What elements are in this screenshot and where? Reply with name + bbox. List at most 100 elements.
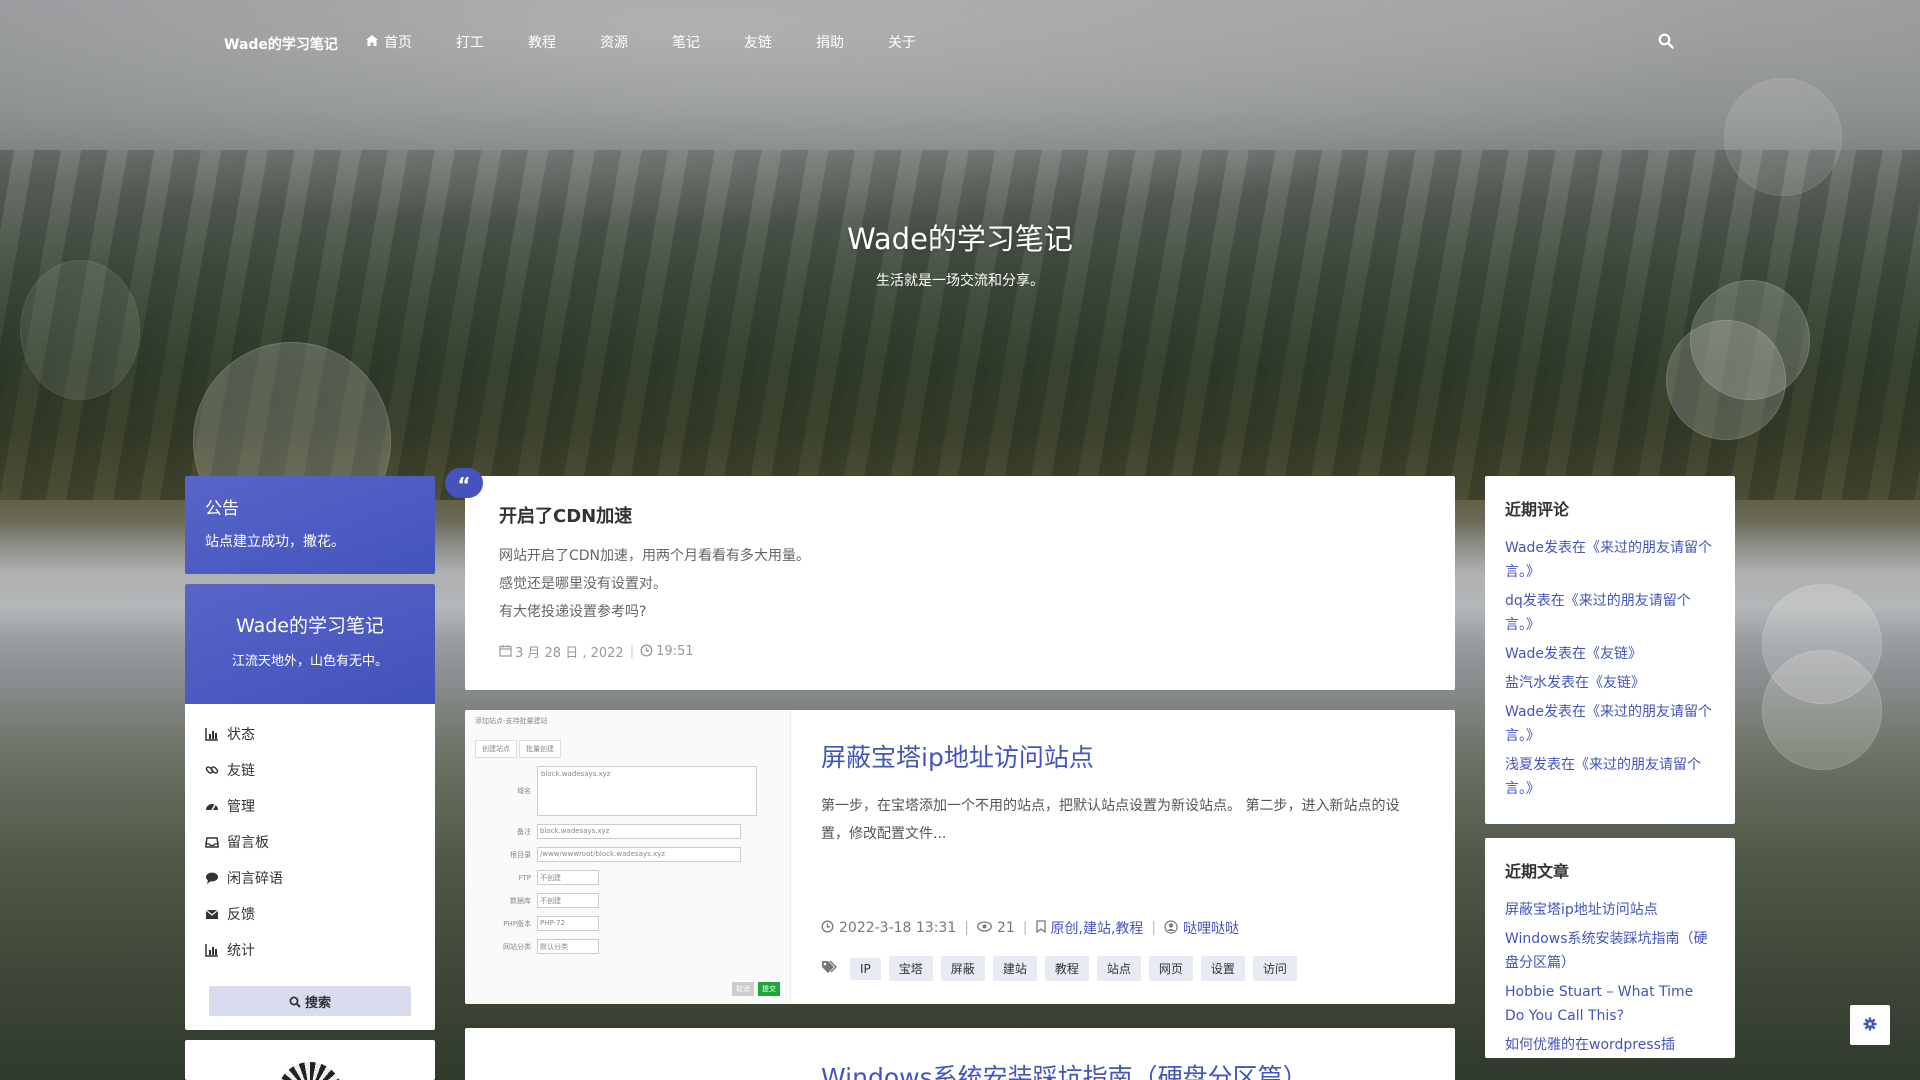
thumb-label: FTP: [518, 873, 531, 882]
post-categories[interactable]: 原创,建站,教程: [1051, 918, 1144, 938]
side-item-label: 闲言碎语: [227, 871, 283, 887]
thumb-cancel: 取消: [732, 982, 754, 996]
side-item-feedback[interactable]: 反馈: [185, 896, 435, 932]
bar-chart-icon: [205, 727, 219, 741]
side-item-label: 留言板: [227, 835, 269, 851]
bookmark-icon: [1035, 919, 1051, 937]
nav-item-home[interactable]: 首页: [366, 32, 412, 52]
comment-icon: [205, 871, 219, 885]
side-item-stats[interactable]: 统计: [185, 932, 435, 968]
nav-item-about[interactable]: 关于: [888, 32, 916, 52]
memo-title[interactable]: 开启了CDN加速: [499, 502, 1421, 528]
search-icon: [289, 996, 305, 1011]
notice-title: 公告: [205, 499, 239, 519]
nav-item-tutorials[interactable]: 教程: [528, 32, 556, 52]
calendar-icon: [499, 644, 515, 660]
post-body: 屏蔽宝塔ip地址访问站点 第一步，在宝塔添加一个不用的站点，把默认站点设置为新设…: [791, 710, 1455, 1004]
profile-card: Wade的学习笔记 江流天地外，山色有无中。 状态 友链 管理 留言板 闲言碎语…: [185, 584, 435, 1030]
post-link[interactable]: 如何优雅的在wordpress插: [1505, 1033, 1715, 1057]
quote-icon: “: [445, 468, 483, 498]
thumb-label: 根目录: [510, 850, 531, 859]
meta-separator: |: [964, 920, 969, 936]
settings-button[interactable]: [1850, 1005, 1890, 1045]
tag-item[interactable]: 教程: [1044, 956, 1089, 981]
thumb-row: 数据库 不创建: [475, 893, 780, 908]
main-content: “ 开启了CDN加速 网站开启了CDN加速，用两个月看看有多大用量。 感觉还是哪…: [445, 468, 1455, 1080]
user-icon: [1164, 920, 1183, 936]
post-author[interactable]: 哒哩哒哒: [1183, 918, 1239, 938]
side-item-chatter[interactable]: 闲言碎语: [185, 860, 435, 896]
search-icon[interactable]: [1658, 33, 1674, 49]
post-tags: IP 宝塔 屏蔽 建站 教程 站点 网页 设置 访问: [821, 956, 1305, 981]
nav-item-links[interactable]: 友链: [744, 32, 772, 52]
tag-item[interactable]: 屏蔽: [940, 956, 985, 981]
post-link[interactable]: Windows系统安装踩坑指南（硬盘分区篇）: [1505, 927, 1715, 975]
nav-item-notes[interactable]: 笔记: [672, 32, 700, 52]
thumb-select: 不创建: [537, 893, 599, 908]
thumb-row: FTP 不创建: [475, 870, 780, 885]
inbox-icon: [205, 835, 219, 849]
side-item-links[interactable]: 友链: [185, 752, 435, 788]
tag-item[interactable]: IP: [850, 957, 881, 980]
tag-item[interactable]: 网页: [1148, 956, 1193, 981]
tag-item[interactable]: 站点: [1096, 956, 1141, 981]
thumb-row: 网站分类 默认分类: [475, 939, 780, 954]
top-navbar: Wade的学习笔记 首页 打工 教程 资源 笔记 友链 捐助 关于: [0, 0, 1920, 84]
post-thumbnail[interactable]: 添加站点-支持批量建站 创建站点 批量创建 域名 block.wadesays.x…: [465, 710, 791, 1004]
memo-line: 感觉还是哪里没有设置对。: [499, 576, 667, 592]
memo-card: “ 开启了CDN加速 网站开启了CDN加速，用两个月看看有多大用量。 感觉还是哪…: [445, 468, 1455, 690]
clock-icon: [821, 920, 839, 936]
thumb-textarea: block.wadesays.xyz: [537, 766, 757, 816]
link-icon: [205, 763, 219, 777]
thumb-select: PHP-72: [537, 916, 599, 931]
tag-item[interactable]: 设置: [1200, 956, 1245, 981]
widget-title: 近期文章: [1505, 862, 1570, 881]
site-brand[interactable]: Wade的学习笔记: [224, 34, 338, 54]
thumb-submit: 提交: [758, 982, 780, 996]
thumb-select: 默认分类: [537, 939, 599, 954]
profile-name: Wade的学习笔记: [236, 615, 384, 637]
post-title[interactable]: 屏蔽宝塔ip地址访问站点: [821, 738, 1419, 774]
post-link[interactable]: 屏蔽宝塔ip地址访问站点: [1505, 898, 1715, 922]
meta-separator: |: [1022, 920, 1028, 936]
side-item-guestbook[interactable]: 留言板: [185, 824, 435, 860]
side-item-label: 状态: [227, 727, 255, 743]
nav-item-donate[interactable]: 捐助: [816, 32, 844, 52]
tag-item[interactable]: 宝塔: [888, 956, 933, 981]
thumb-label: 备注: [517, 827, 531, 836]
notice-card: 公告 站点建立成功，撒花。: [185, 476, 435, 574]
nav-item-resources[interactable]: 资源: [600, 32, 628, 52]
memo-time: 19:51: [656, 644, 694, 659]
bar-chart-icon: [205, 943, 219, 957]
comment-link[interactable]: Wade发表在《友链》: [1505, 642, 1715, 666]
memo-meta: 3 月 28 日 , 2022 | 19:51: [499, 642, 1421, 661]
nav-menu: 首页 打工 教程 资源 笔记 友链 捐助 关于: [366, 32, 960, 52]
nav-item-work[interactable]: 打工: [456, 32, 484, 52]
gear-icon: [1863, 1016, 1877, 1035]
thumb-header: 添加站点-支持批量建站: [475, 717, 548, 725]
side-item-label: 反馈: [227, 907, 255, 923]
tag-item[interactable]: 建站: [992, 956, 1037, 981]
profile-header: Wade的学习笔记 江流天地外，山色有无中。: [185, 584, 435, 704]
comment-link[interactable]: 盐汽水发表在《友链》: [1505, 671, 1715, 695]
side-item-status[interactable]: 状态: [185, 716, 435, 752]
comment-link[interactable]: Wade发表在《来过的朋友请留个言。》: [1505, 700, 1715, 748]
thumb-input: block.wadesays.xyz: [537, 824, 741, 839]
post-link[interactable]: Hobbie Stuart – What Time Do You Call Th…: [1505, 980, 1715, 1028]
comment-link[interactable]: 浅夏发表在《来过的朋友请留个言。》: [1505, 753, 1715, 801]
thumb-tabs: 创建站点 批量创建: [475, 740, 780, 758]
side-item-label: 友链: [227, 763, 255, 779]
thumb-row: PHP版本 PHP-72: [475, 916, 780, 931]
meta-separator: |: [1151, 920, 1157, 936]
side-item-admin[interactable]: 管理: [185, 788, 435, 824]
post-card: 添加站点-支持批量建站 创建站点 批量创建 域名 block.wadesays.x…: [465, 710, 1455, 1004]
sidebar-search-button[interactable]: 搜索: [209, 986, 411, 1016]
comment-link[interactable]: Wade发表在《来过的朋友请留个言。》: [1505, 536, 1715, 584]
tag-item[interactable]: 访问: [1252, 956, 1297, 981]
tags-icon: [821, 959, 838, 978]
comment-link[interactable]: dq发表在《来过的朋友请留个言。》: [1505, 589, 1715, 637]
post-meta: 2022-3-18 13:31 | 21 | 原创,建站,教程 | 哒哩哒哒: [821, 918, 1239, 938]
hero-title: Wade的学习笔记: [847, 222, 1073, 256]
avatar[interactable]: [277, 1062, 343, 1080]
next-post-title[interactable]: Windows系统安装踩坑指南（硬盘分区篇）: [821, 1058, 1419, 1080]
